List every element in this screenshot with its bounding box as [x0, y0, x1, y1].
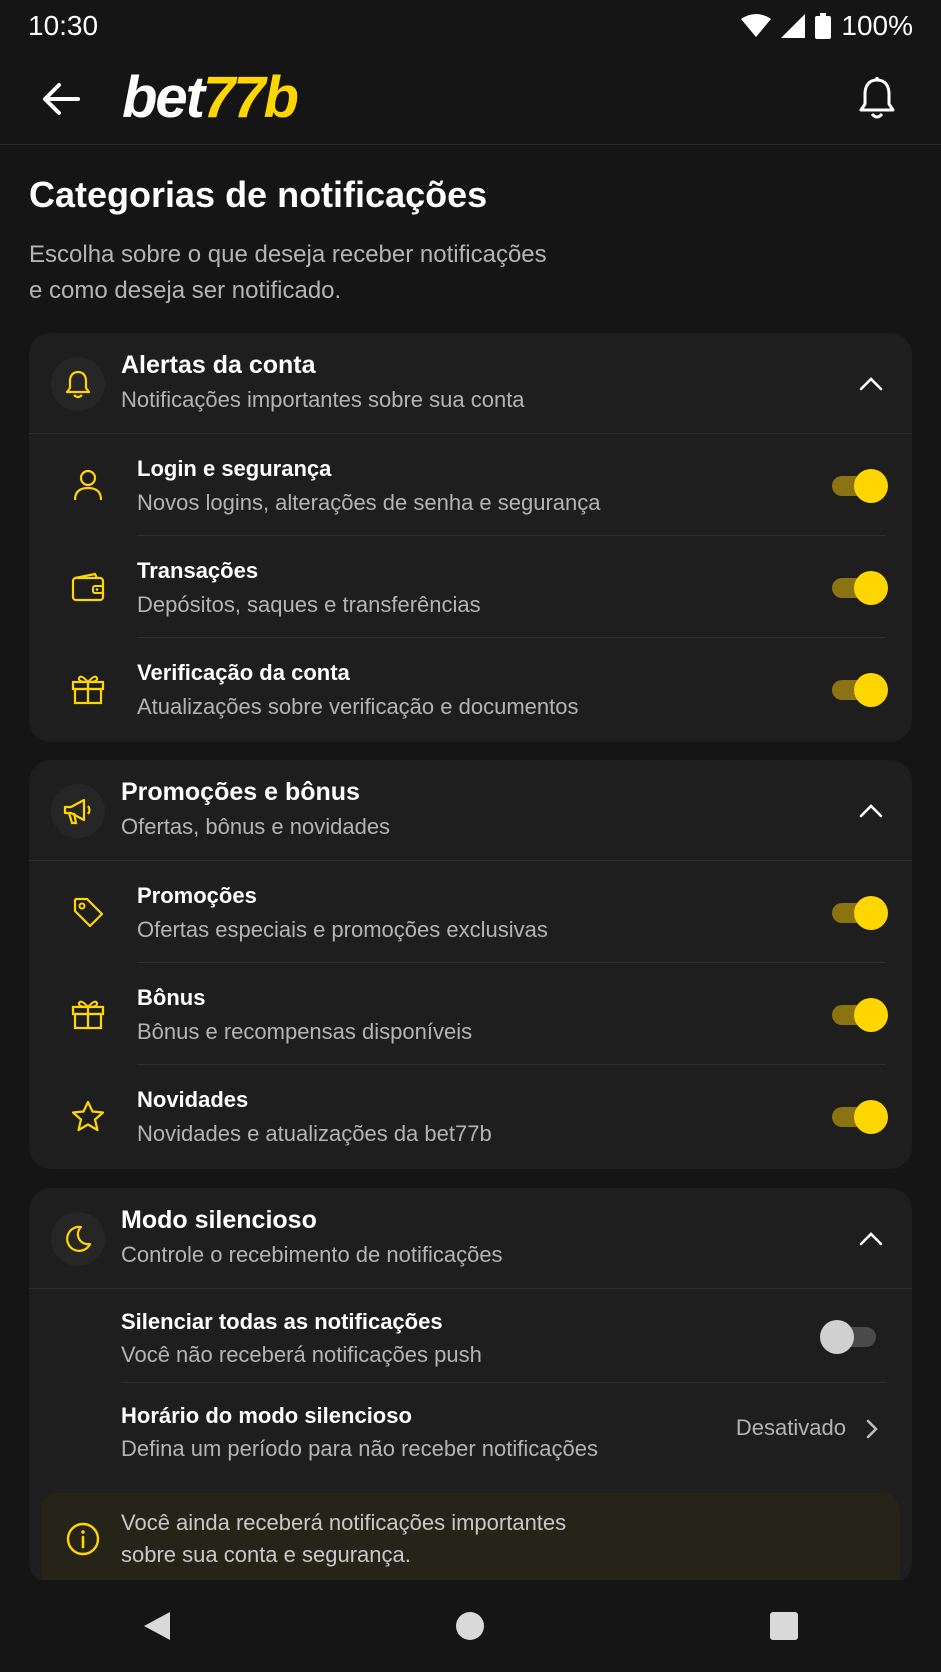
setting-title: Transações	[137, 558, 259, 583]
brand-logo: bet77b	[122, 62, 299, 134]
square-recents-icon	[770, 1612, 799, 1640]
section-subtitle: Ofertas, bônus e novidades	[121, 814, 391, 839]
setting-subtitle: Novidades e atualizações da bet77b	[137, 1121, 492, 1146]
setting-title: Silenciar todas as notificações	[121, 1309, 443, 1334]
nav-home-button[interactable]	[435, 1591, 505, 1661]
triangle-back-icon	[143, 1612, 170, 1640]
setting-row-bonus[interactable]: Bônus Bônus e recompensas disponíveis	[29, 963, 912, 1065]
transactions-toggle[interactable]	[830, 570, 888, 605]
section-title: Alertas da conta	[121, 351, 316, 379]
wallet-icon	[69, 568, 107, 606]
section-subtitle: Controle o recebimento de notificações	[121, 1242, 503, 1267]
setting-title: Bônus	[137, 985, 206, 1010]
section-promotions-bonus: Promoções e bônus Ofertas, bônus e novid…	[29, 760, 912, 1169]
setting-subtitle: Você não receberá notificações push	[121, 1342, 482, 1367]
signal-icon	[781, 14, 806, 38]
info-box: Você ainda receberá notificações importa…	[41, 1493, 900, 1584]
user-icon	[69, 466, 107, 504]
setting-title: Login e segurança	[137, 456, 332, 481]
setting-row-promotions[interactable]: Promoções Ofertas especiais e promoções …	[29, 861, 912, 963]
setting-row-account-verification[interactable]: Verificação da conta Atualizações sobre …	[29, 638, 912, 740]
setting-row-transactions[interactable]: Transações Depósitos, saques e transferê…	[29, 536, 912, 638]
chevron-up-icon[interactable]	[856, 796, 886, 826]
setting-title: Promoções	[137, 883, 257, 908]
section-header-promotions-bonus[interactable]: Promoções e bônus Ofertas, bônus e novid…	[29, 760, 912, 861]
page-subtitle-line1: Escolha sobre o que deseja receber notif…	[29, 241, 547, 268]
app-bar: bet77b	[0, 52, 941, 145]
bell-icon	[65, 370, 91, 399]
logo-text-white: bet	[122, 65, 205, 130]
page-subtitle-line2: e como deseja ser notificado.	[29, 277, 342, 304]
section-header-account-alerts[interactable]: Alertas da conta Notificações importante…	[29, 333, 912, 434]
section-title: Modo silencioso	[121, 1206, 317, 1234]
login-security-toggle[interactable]	[830, 468, 888, 503]
megaphone-icon	[63, 798, 91, 825]
section-silent-mode: Modo silencioso Controle o recebimento d…	[29, 1188, 912, 1584]
page-subtitle: Escolha sobre o que deseja receber notif…	[29, 237, 629, 309]
nav-back-button[interactable]	[122, 1591, 192, 1661]
chevron-up-icon[interactable]	[856, 369, 886, 399]
chevron-up-icon[interactable]	[856, 1224, 886, 1254]
back-button[interactable]	[38, 76, 84, 122]
logo-text-yellow: 77b	[203, 65, 299, 130]
section-icon	[51, 1212, 105, 1266]
section-account-alerts: Alertas da conta Notificações importante…	[29, 333, 912, 742]
account-verification-toggle[interactable]	[830, 672, 888, 707]
section-icon	[51, 357, 105, 411]
info-icon	[65, 1521, 101, 1557]
gift-icon	[69, 995, 107, 1033]
star-icon	[69, 1097, 107, 1135]
info-text-line2: sobre sua conta e segurança.	[121, 1542, 411, 1567]
bonus-toggle[interactable]	[830, 997, 888, 1032]
setting-subtitle: Depósitos, saques e transferências	[137, 592, 481, 617]
section-header-silent-mode[interactable]: Modo silencioso Controle o recebimento d…	[29, 1188, 912, 1289]
info-text: Você ainda receberá notificações importa…	[121, 1507, 621, 1571]
setting-title: Verificação da conta	[137, 660, 350, 685]
info-text-line1: Você ainda receberá notificações importa…	[121, 1510, 567, 1535]
setting-row-silence-all[interactable]: Silenciar todas as notificações Você não…	[29, 1289, 912, 1383]
status-bar: 10:30 100%	[0, 0, 941, 52]
section-subtitle: Notificações importantes sobre sua conta	[121, 387, 525, 412]
wifi-icon	[741, 14, 772, 37]
setting-subtitle: Bônus e recompensas disponíveis	[137, 1019, 473, 1044]
circle-home-icon	[456, 1612, 485, 1640]
setting-row-news[interactable]: Novidades Novidades e atualizações da be…	[29, 1065, 912, 1167]
section-icon	[51, 784, 105, 838]
silent-schedule-value: Desativado	[735, 1415, 846, 1440]
setting-row-login-security[interactable]: Login e segurança Novos logins, alteraçõ…	[29, 434, 912, 536]
moon-icon	[66, 1225, 92, 1252]
status-indicators: 100%	[741, 10, 913, 42]
battery-level: 100%	[841, 10, 913, 41]
gift-icon	[69, 670, 107, 708]
system-nav-bar	[0, 1580, 941, 1672]
silence-all-toggle[interactable]	[820, 1319, 878, 1354]
section-title: Promoções e bônus	[121, 778, 360, 806]
setting-row-silent-schedule[interactable]: Horário do modo silencioso Defina um per…	[29, 1383, 912, 1477]
news-toggle[interactable]	[830, 1099, 888, 1134]
bell-icon	[859, 77, 895, 119]
nav-recents-button[interactable]	[749, 1591, 819, 1661]
setting-subtitle: Defina um período para não receber notif…	[121, 1436, 598, 1461]
setting-title: Novidades	[137, 1087, 249, 1112]
notifications-button[interactable]	[851, 72, 903, 124]
setting-subtitle: Novos logins, alterações de senha e segu…	[137, 490, 601, 515]
setting-subtitle: Atualizações sobre verificação e documen…	[137, 694, 579, 719]
arrow-left-icon	[43, 83, 80, 115]
setting-title: Horário do modo silencioso	[121, 1403, 412, 1428]
setting-subtitle: Ofertas especiais e promoções exclusivas	[137, 917, 548, 942]
tag-icon	[69, 893, 107, 931]
promotions-toggle[interactable]	[830, 895, 888, 930]
page-title: Categorias de notificações	[29, 174, 488, 215]
battery-icon	[815, 13, 832, 39]
status-time: 10:30	[28, 10, 99, 41]
chevron-right-icon	[860, 1417, 884, 1441]
